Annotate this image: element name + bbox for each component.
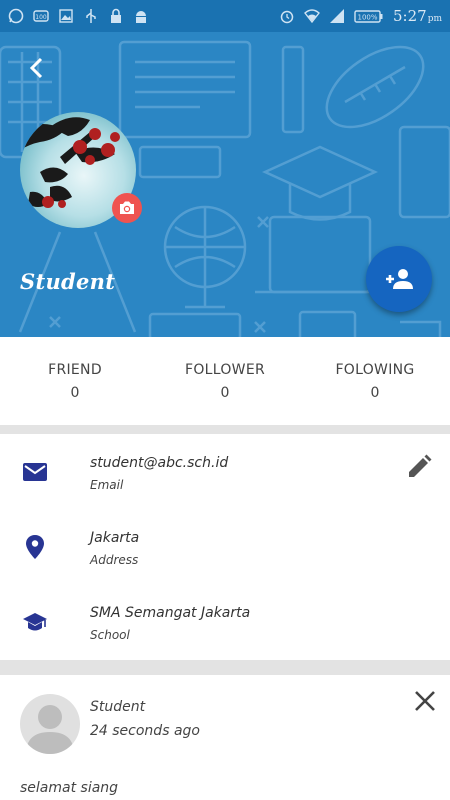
profile-stats: FRIEND 0 FOLLOWER 0 FOLOWING 0 [0, 337, 450, 425]
email-icon [23, 463, 47, 481]
image-icon [59, 9, 73, 23]
profile-name: Student [20, 269, 116, 294]
alarm-icon [280, 10, 294, 24]
profile-header: Student [0, 32, 450, 337]
email-value: student@abc.sch.id [90, 455, 229, 471]
status-bar-right: 100% 5:27pm [279, 7, 442, 25]
address-label: Address [90, 553, 139, 567]
clock: 5:27pm [393, 7, 442, 25]
camera-icon [120, 201, 134, 214]
svg-text:100: 100 [35, 14, 47, 21]
pencil-icon [409, 454, 432, 477]
add-friend-button[interactable] [366, 246, 432, 312]
android-icon [136, 11, 146, 23]
data-saver-icon: 100 [33, 10, 49, 22]
location-pin-icon [26, 535, 44, 559]
post-author-avatar[interactable] [20, 694, 80, 754]
battery-icon: 100% [354, 10, 383, 23]
stat-value: 0 [220, 385, 230, 401]
address-value: Jakarta [90, 530, 140, 546]
stat-value: 0 [70, 385, 80, 401]
clock-time: 5:27 [393, 7, 427, 25]
usb-icon [86, 9, 96, 23]
lock-icon [111, 8, 121, 23]
post-card: Student 24 seconds ago selamat siang [0, 675, 450, 800]
profile-info-card: student@abc.sch.id Email Jakarta Address… [0, 434, 450, 660]
battery-percent: 100% [358, 14, 378, 22]
signal-icon [330, 9, 345, 23]
email-label: Email [90, 478, 124, 492]
info-row-email: student@abc.sch.id Email [0, 434, 450, 509]
default-avatar-icon [26, 705, 74, 754]
stat-label: FRIEND [48, 362, 102, 378]
status-bar-left: 100 [8, 8, 149, 24]
chevron-left-icon [29, 57, 43, 79]
school-value: SMA Semangat Jakarta [90, 605, 251, 621]
delete-post-button[interactable] [413, 689, 437, 713]
stat-follower[interactable]: FOLLOWER 0 [150, 337, 300, 425]
clock-ampm: pm [427, 14, 442, 24]
post-timestamp: 24 seconds ago [90, 723, 200, 739]
post-text: selamat siang [20, 780, 119, 796]
status-bar: 100 100% 5:27pm [0, 0, 450, 32]
info-row-school: SMA Semangat Jakarta School [0, 584, 450, 659]
back-button[interactable] [22, 52, 50, 84]
stat-label: FOLOWING [335, 362, 415, 378]
info-row-address: Jakarta Address [0, 509, 450, 584]
edit-profile-button[interactable] [406, 454, 432, 480]
post-author-name[interactable]: Student [90, 699, 145, 715]
whatsapp-icon [8, 8, 24, 24]
graduation-cap-icon [23, 613, 47, 631]
change-photo-button[interactable] [112, 193, 142, 223]
close-icon [415, 691, 435, 711]
person-add-icon [386, 269, 413, 289]
stat-friend[interactable]: FRIEND 0 [0, 337, 150, 425]
stat-following[interactable]: FOLOWING 0 [300, 337, 450, 425]
stat-value: 0 [370, 385, 380, 401]
stat-label: FOLLOWER [184, 362, 265, 378]
wifi-icon [304, 9, 320, 24]
school-label: School [90, 628, 130, 642]
